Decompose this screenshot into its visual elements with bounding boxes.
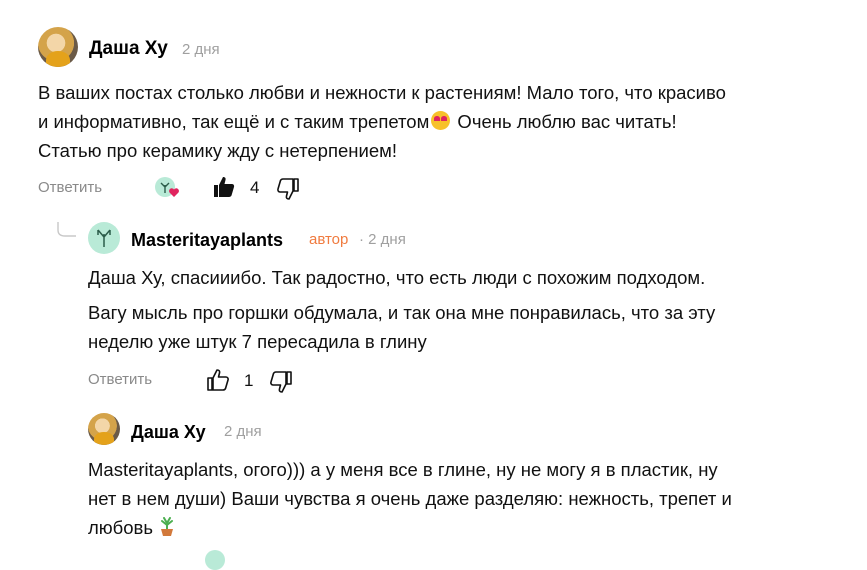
reply-button[interactable]: Ответить	[88, 371, 152, 388]
user-avatar[interactable]	[38, 27, 78, 67]
comment-text-line: Masteritayaplants, огого))) а у меня все…	[88, 459, 718, 480]
comment-time: 2 дня	[224, 423, 262, 440]
reply-button[interactable]: Ответить	[38, 179, 102, 196]
comment-text: В ваших постах столько любви и нежности …	[38, 78, 838, 165]
comment-text: Даша Ху, спасииибо. Так радостно, что ес…	[88, 263, 858, 356]
plant-heart-icon[interactable]	[154, 177, 182, 199]
comment-text-line: Вагу мысль про горшки обдумала, и так он…	[88, 302, 716, 323]
thumbs-down-icon[interactable]	[276, 177, 300, 201]
like-count: 1	[244, 371, 254, 390]
comment-text-line: любовь	[88, 513, 858, 542]
comment-author-name[interactable]: Даша Ху	[89, 38, 168, 60]
comment-author-name[interactable]: Masteritayaplants	[131, 230, 283, 251]
comment-text-fragment: любовь	[88, 517, 154, 538]
plant-logo-avatar[interactable]	[88, 222, 120, 254]
comment-text-line: Статью про керамику жду с нетерпением!	[38, 140, 397, 161]
comment-text: Masteritayaplants, огого))) а у меня все…	[88, 455, 858, 542]
heart-eyes-emoji	[431, 111, 451, 130]
comment-text-line: В ваших постах столько любви и нежности …	[38, 82, 726, 103]
like-count: 4	[250, 178, 260, 197]
potted-plant-emoji	[161, 517, 174, 536]
comment-text-fragment: Очень люблю вас читать!	[452, 111, 677, 132]
comment-time: · 2 дня	[359, 231, 406, 248]
user-avatar[interactable]	[88, 413, 120, 445]
plant-logo-avatar[interactable]	[205, 550, 225, 570]
reply-thread-curve-icon	[57, 222, 76, 237]
thumbs-up-icon[interactable]	[206, 368, 230, 392]
comment-text-line: и информативно, так ещё и с таким трепет…	[38, 107, 838, 136]
thumbs-up-icon[interactable]	[212, 175, 236, 199]
comment-text-line: Даша Ху, спасииибо. Так радостно, что ес…	[88, 267, 706, 288]
comment-time: 2 дня	[182, 41, 220, 58]
comment-text-line: неделю уже штук 7 пересадила в глину	[88, 331, 427, 352]
thumbs-down-icon[interactable]	[269, 370, 293, 394]
plant-logo-icon	[97, 229, 111, 247]
comment-text-fragment: и информативно, так ещё и с таким трепет…	[38, 111, 430, 132]
author-badge: автор	[309, 231, 349, 248]
comment-author-name[interactable]: Даша Ху	[131, 422, 206, 443]
comment-text-line: нет в нем души) Ваши чувства я очень даж…	[88, 488, 732, 509]
